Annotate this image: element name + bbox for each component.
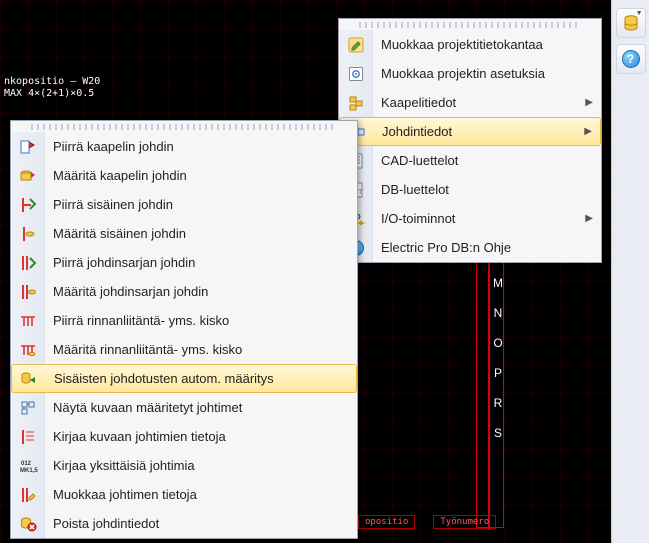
menu-db-luettelot[interactable]: RPT DB-luettelot [339,175,601,204]
menu-item-label: Kaapelitiedot [381,95,579,110]
menu-io-toiminnot[interactable]: I/O I/O-toiminnot ▶ [339,204,601,233]
status-text: nkopositio — W20 MAX 4×(2+1)×0.5 [4,76,100,100]
help-icon: ? [622,50,640,68]
svg-text:MK1,5: MK1,5 [20,468,38,474]
menu-item-label: Piirrä johdinsarjan johdin [53,255,349,270]
auto-wiring-icon [12,365,46,392]
menu-item-label: Johdintiedot [382,124,578,139]
menu-piirra-kaapelin-johdin[interactable]: Piirrä kaapelin johdin [11,132,357,161]
status-line-1: nkopositio — W20 [4,76,100,88]
johdintiedot-submenu: Piirrä kaapelin johdin Määritä kaapelin … [10,120,358,539]
cad-row-letters: M N O P R S [490,260,506,456]
show-wires-icon [11,393,45,422]
cad-letter: R [490,396,506,410]
cad-letter: P [490,366,506,380]
menu-item-label: Määritä sisäinen johdin [53,226,349,241]
edit-db-icon [339,30,373,59]
settings-icon [339,59,373,88]
cable-data-icon [339,88,373,117]
define-wire-series-icon [11,277,45,306]
chevron-right-icon: ▶ [585,97,593,108]
chevron-right-icon: ▶ [585,213,593,224]
right-toolbar: ▼ ? [611,0,649,543]
top-context-menu: Muokkaa projektitietokantaa Muokkaa proj… [338,18,602,263]
menu-nayta-kuvaan-johtimet[interactable]: Näytä kuvaan määritetyt johtimet [11,393,357,422]
menu-electric-pro-help[interactable]: ? Electric Pro DB:n Ohje [339,233,601,262]
cad-bottom-label: opositio [358,515,415,529]
menu-item-label: Sisäisten johdotusten autom. määritys [54,371,348,386]
define-internal-wire-icon [11,219,45,248]
menu-piirra-rinnanliitanta-kisko[interactable]: Piirrä rinnanliitäntä- yms. kisko [11,306,357,335]
menu-grip [31,124,337,130]
cad-bottom-label: Työnumero [433,515,496,529]
menu-item-label: Määritä johdinsarjan johdin [53,284,349,299]
cad-letter: O [490,336,506,350]
help-button[interactable]: ? [616,44,646,74]
menu-grip [359,22,581,28]
menu-item-label: DB-luettelot [381,182,593,197]
annotate-wires-icon [11,422,45,451]
menu-kaapelitiedot[interactable]: Kaapelitiedot ▶ [339,88,601,117]
edit-wire-icon [11,480,45,509]
delete-wire-icon [11,509,45,538]
menu-edit-project-db[interactable]: Muokkaa projektitietokantaa [339,30,601,59]
cad-letter: M [490,276,506,290]
annotate-single-wire-icon: 012MK1,5 [11,451,45,480]
menu-maarita-kaapelin-johdin[interactable]: Määritä kaapelin johdin [11,161,357,190]
menu-item-label: Muokkaa projektin asetuksia [381,66,593,81]
database-button[interactable]: ▼ [616,8,646,38]
define-busbar-icon [11,335,45,364]
menu-item-label: Poista johdintiedot [53,516,349,531]
menu-item-label: Näytä kuvaan määritetyt johtimet [53,400,349,415]
menu-kirjaa-yksittaisia-johtimia[interactable]: 012MK1,5 Kirjaa yksittäisiä johtimia [11,451,357,480]
menu-item-label: Piirrä rinnanliitäntä- yms. kisko [53,313,349,328]
status-line-2: MAX 4×(2+1)×0.5 [4,88,100,100]
draw-internal-wire-icon [11,190,45,219]
database-icon [623,15,639,31]
cad-letter: N [490,306,506,320]
menu-item-label: Piirrä kaapelin johdin [53,139,349,154]
menu-sisaisten-johdotus-autom[interactable]: Sisäisten johdotusten autom. määritys [11,364,357,393]
menu-kirjaa-kuvaan-johtimien-tietoja[interactable]: Kirjaa kuvaan johtimien tietoja [11,422,357,451]
menu-item-label: Määritä rinnanliitäntä- yms. kisko [53,342,349,357]
menu-item-label: Muokkaa projektitietokantaa [381,37,593,52]
cad-letter: S [490,426,506,440]
menu-piirra-sisainen-johdin[interactable]: Piirrä sisäinen johdin [11,190,357,219]
draw-cable-wire-icon [11,132,45,161]
menu-item-label: Kirjaa kuvaan johtimien tietoja [53,429,349,444]
define-cable-wire-icon [11,161,45,190]
menu-poista-johdintiedot[interactable]: Poista johdintiedot [11,509,357,538]
menu-maarita-johdinsarjan-johdin[interactable]: Määritä johdinsarjan johdin [11,277,357,306]
menu-muokkaa-johtimen-tietoja[interactable]: Muokkaa johtimen tietoja [11,480,357,509]
cad-bottom-labels: opositio Työnumero [358,515,496,529]
menu-item-label: Kirjaa yksittäisiä johtimia [53,458,349,473]
menu-cad-luettelot[interactable]: CAD-luettelot [339,146,601,175]
menu-item-label: Electric Pro DB:n Ohje [381,240,593,255]
draw-wire-series-icon [11,248,45,277]
menu-piirra-johdinsarjan-johdin[interactable]: Piirrä johdinsarjan johdin [11,248,357,277]
menu-item-label: Määritä kaapelin johdin [53,168,349,183]
chevron-right-icon: ▶ [584,126,592,137]
menu-item-label: Piirrä sisäinen johdin [53,197,349,212]
menu-item-label: CAD-luettelot [381,153,593,168]
chevron-down-icon: ▼ [636,10,643,17]
menu-johdintiedot[interactable]: Johdintiedot ▶ [339,117,601,146]
menu-maarita-sisainen-johdin[interactable]: Määritä sisäinen johdin [11,219,357,248]
draw-busbar-icon [11,306,45,335]
menu-edit-project-settings[interactable]: Muokkaa projektin asetuksia [339,59,601,88]
menu-item-label: Muokkaa johtimen tietoja [53,487,349,502]
svg-text:012: 012 [21,461,32,467]
menu-maarita-rinnanliitanta-kisko[interactable]: Määritä rinnanliitäntä- yms. kisko [11,335,357,364]
menu-item-label: I/O-toiminnot [381,211,579,226]
